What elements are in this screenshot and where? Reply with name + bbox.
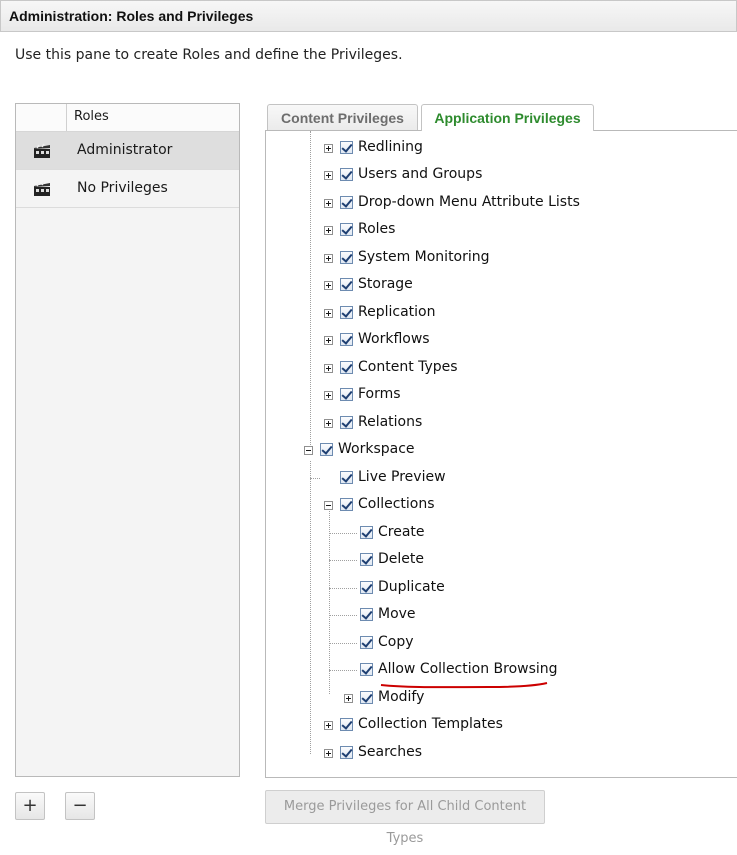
window-title: Administration: Roles and Privileges bbox=[9, 8, 254, 24]
expand-icon[interactable] bbox=[344, 694, 353, 703]
expand-icon[interactable] bbox=[324, 171, 333, 180]
pane-description: Use this pane to create Roles and define… bbox=[15, 47, 403, 63]
privilege-label: Searches bbox=[358, 744, 423, 760]
privilege-checkbox[interactable] bbox=[340, 196, 353, 209]
privileges-tree: Redlining Users and Groups Drop-down Men… bbox=[265, 130, 737, 778]
privilege-label: Move bbox=[378, 606, 416, 622]
privilege-label: Users and Groups bbox=[358, 166, 483, 182]
privilege-label: Live Preview bbox=[358, 469, 446, 485]
roles-column-header: Roles bbox=[74, 109, 109, 124]
privilege-checkbox[interactable] bbox=[340, 746, 353, 759]
privilege-checkbox[interactable] bbox=[360, 663, 373, 676]
privilege-checkbox[interactable] bbox=[340, 388, 353, 401]
privilege-checkbox[interactable] bbox=[320, 443, 333, 456]
privilege-checkbox[interactable] bbox=[340, 498, 353, 511]
privilege-checkbox[interactable] bbox=[340, 333, 353, 346]
expand-icon[interactable] bbox=[324, 144, 333, 153]
privilege-label: Replication bbox=[358, 304, 436, 320]
tree-connector bbox=[329, 670, 357, 671]
privilege-checkbox[interactable] bbox=[360, 636, 373, 649]
column-separator bbox=[66, 104, 67, 131]
expand-icon[interactable] bbox=[324, 721, 333, 730]
clapperboard-icon bbox=[34, 143, 50, 158]
collapse-icon[interactable] bbox=[304, 446, 313, 455]
privilege-checkbox[interactable] bbox=[340, 718, 353, 731]
privilege-label: Drop-down Menu Attribute Lists bbox=[358, 194, 580, 210]
remove-role-button[interactable]: − bbox=[65, 792, 95, 820]
expand-icon[interactable] bbox=[324, 281, 333, 290]
privilege-label: Forms bbox=[358, 386, 401, 402]
privilege-checkbox[interactable] bbox=[340, 251, 353, 264]
expand-icon[interactable] bbox=[324, 391, 333, 400]
expand-icon[interactable] bbox=[324, 309, 333, 318]
tab-content-privileges[interactable]: Content Privileges bbox=[267, 104, 418, 130]
role-label: Administrator bbox=[77, 142, 173, 158]
expand-icon[interactable] bbox=[324, 336, 333, 345]
collapse-icon[interactable] bbox=[324, 501, 333, 510]
tree-connector bbox=[310, 131, 311, 451]
tree-connector bbox=[329, 509, 330, 694]
role-row-administrator[interactable]: Administrator bbox=[16, 132, 239, 170]
add-role-button[interactable]: + bbox=[15, 792, 45, 820]
merge-privileges-button[interactable]: Merge Privileges for All Child Content T… bbox=[265, 790, 545, 846]
expand-icon[interactable] bbox=[324, 749, 333, 758]
privilege-label: Redlining bbox=[358, 139, 423, 155]
roles-list-header: Roles bbox=[16, 104, 239, 132]
expand-icon[interactable] bbox=[324, 254, 333, 263]
privilege-checkbox[interactable] bbox=[340, 471, 353, 484]
tree-connector bbox=[310, 478, 320, 479]
tree-connector bbox=[310, 461, 311, 754]
privilege-checkbox[interactable] bbox=[360, 691, 373, 704]
privilege-label: Collection Templates bbox=[358, 716, 503, 732]
expand-icon[interactable] bbox=[324, 364, 333, 373]
tree-connector bbox=[329, 560, 357, 561]
expand-icon[interactable] bbox=[324, 199, 333, 208]
privilege-checkbox[interactable] bbox=[340, 141, 353, 154]
privilege-checkbox[interactable] bbox=[340, 361, 353, 374]
privilege-label: Copy bbox=[378, 634, 414, 650]
expand-icon[interactable] bbox=[324, 419, 333, 428]
privilege-label: Workflows bbox=[358, 331, 430, 347]
privilege-checkbox[interactable] bbox=[340, 168, 353, 181]
role-row-no-privileges[interactable]: No Privileges bbox=[16, 170, 239, 208]
clapperboard-icon bbox=[34, 181, 50, 196]
privilege-checkbox[interactable] bbox=[360, 526, 373, 539]
privilege-label: Collections bbox=[358, 496, 435, 512]
tab-application-privileges[interactable]: Application Privileges bbox=[421, 104, 594, 131]
tree-connector bbox=[329, 643, 357, 644]
privilege-checkbox[interactable] bbox=[340, 278, 353, 291]
privilege-checkbox[interactable] bbox=[360, 581, 373, 594]
privilege-label: Duplicate bbox=[378, 579, 445, 595]
privilege-checkbox[interactable] bbox=[360, 553, 373, 566]
tree-connector bbox=[329, 588, 357, 589]
privilege-label: Content Types bbox=[358, 359, 458, 375]
privilege-label: Create bbox=[378, 524, 425, 540]
privilege-label: System Monitoring bbox=[358, 249, 490, 265]
privilege-label: Modify bbox=[378, 689, 425, 705]
privilege-checkbox[interactable] bbox=[340, 416, 353, 429]
privilege-label: Roles bbox=[358, 221, 396, 237]
role-label: No Privileges bbox=[77, 180, 168, 196]
tree-connector bbox=[329, 533, 357, 534]
privilege-checkbox[interactable] bbox=[360, 608, 373, 621]
roles-list: Roles Administrator No Privileges bbox=[15, 103, 240, 777]
privilege-label: Allow Collection Browsing bbox=[378, 661, 558, 677]
privilege-label: Storage bbox=[358, 276, 413, 292]
privilege-checkbox[interactable] bbox=[340, 223, 353, 236]
tree-connector bbox=[329, 615, 357, 616]
privilege-label: Delete bbox=[378, 551, 424, 567]
privilege-checkbox[interactable] bbox=[340, 306, 353, 319]
privilege-label: Relations bbox=[358, 414, 423, 430]
title-bar: Administration: Roles and Privileges bbox=[0, 0, 737, 32]
privilege-label: Workspace bbox=[338, 441, 415, 457]
expand-icon[interactable] bbox=[324, 226, 333, 235]
